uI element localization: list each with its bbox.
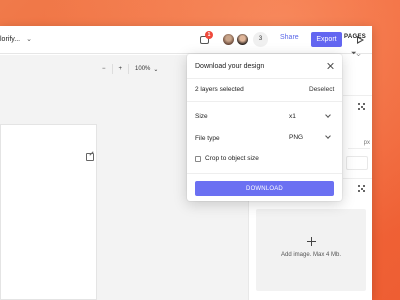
- size-select[interactable]: x1: [289, 111, 334, 122]
- unit-label: px: [348, 137, 370, 149]
- zoom-level-dropdown[interactable]: 100% ⌄: [135, 66, 158, 73]
- crop-label[interactable]: Crop to object size: [205, 155, 259, 162]
- divider: [187, 101, 342, 102]
- grid-icon[interactable]: [358, 185, 365, 192]
- avatar[interactable]: [236, 33, 249, 46]
- download-dialog: Download your design 2 layers selected D…: [187, 54, 342, 201]
- zoom-controls: − + 100% ⌄: [102, 63, 158, 75]
- chevron-down-icon: [325, 133, 331, 139]
- avatar[interactable]: [222, 33, 235, 46]
- collaborator-count[interactable]: 3: [253, 32, 268, 47]
- deselect-button[interactable]: Deselect: [309, 86, 334, 93]
- chevron-down-icon: ⌄: [153, 66, 159, 73]
- value-field[interactable]: [346, 156, 368, 170]
- divider: [187, 78, 342, 79]
- comments-button[interactable]: 1: [198, 31, 213, 47]
- export-button[interactable]: Export: [311, 32, 342, 47]
- file-name: lorify...: [0, 36, 21, 43]
- artboard[interactable]: [0, 124, 97, 300]
- grid-icon[interactable]: [358, 103, 365, 110]
- divider: [343, 95, 372, 96]
- zoom-out-button[interactable]: −: [102, 66, 106, 72]
- size-label: Size: [195, 113, 208, 120]
- zoom-level: 100%: [135, 66, 151, 72]
- chevron-down-icon: ⌄: [26, 36, 32, 43]
- close-icon[interactable]: [326, 62, 334, 70]
- divider: [343, 178, 372, 179]
- notification-badge: 1: [205, 31, 213, 39]
- divider: [187, 173, 342, 174]
- file-type-value: PNG: [289, 134, 304, 141]
- image-upload-area[interactable]: Add image. Max 4 Mb.: [256, 209, 366, 291]
- pages-tab[interactable]: PAGES: [344, 34, 366, 40]
- download-button[interactable]: DOWNLOAD: [195, 181, 334, 196]
- crop-checkbox[interactable]: [195, 156, 201, 162]
- file-type-select[interactable]: PNG: [289, 132, 334, 143]
- share-button[interactable]: Share: [280, 34, 299, 41]
- chevron-down-icon: [325, 112, 331, 118]
- edit-icon[interactable]: [86, 153, 94, 161]
- plus-icon: [307, 237, 316, 246]
- dialog-title: Download your design: [195, 63, 265, 70]
- file-name-dropdown[interactable]: lorify... ⌄: [0, 35, 32, 43]
- top-bar: lorify... ⌄ 1 3 Share Export: [0, 26, 372, 54]
- divider: [111, 64, 113, 74]
- size-value: x1: [289, 113, 296, 120]
- divider: [128, 64, 130, 74]
- image-upload-hint: Add image. Max 4 Mb.: [280, 252, 342, 258]
- zoom-in-button[interactable]: +: [119, 66, 123, 72]
- file-type-label: File type: [195, 135, 220, 142]
- sort-icon[interactable]: ⏷⌄: [351, 50, 360, 58]
- selection-summary: 2 layers selected: [195, 86, 244, 93]
